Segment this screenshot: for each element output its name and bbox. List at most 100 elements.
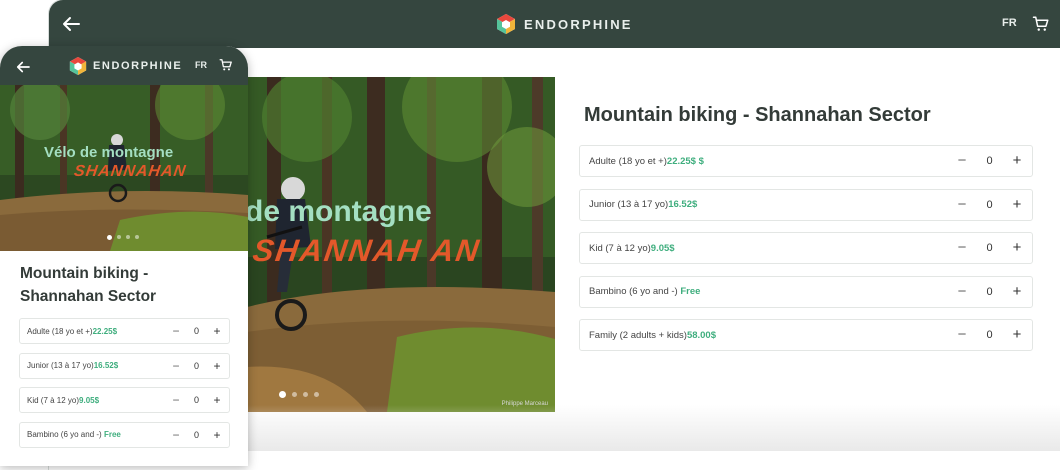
decrease-button[interactable]: − <box>953 146 971 176</box>
increase-button[interactable]: + <box>1008 233 1026 263</box>
ticket-name: Junior (13 à 17 yo)16.52$ <box>589 199 697 210</box>
ticket-label: Junior (13 à 17 yo) <box>589 199 669 210</box>
ticket-row: Adulte (18 yo et +)22.25$ $ − 0 + <box>579 145 1033 177</box>
carousel-indicators <box>279 391 319 398</box>
quantity-value: 0 <box>986 198 993 211</box>
ticket-label: Junior (13 à 17 yo) <box>27 361 94 370</box>
carousel-dot[interactable] <box>314 392 319 397</box>
hero-subtitle: SHANNAH AN <box>250 233 483 268</box>
quantity-value: 0 <box>193 429 199 440</box>
back-arrow-icon[interactable] <box>59 12 83 36</box>
ticket-label: Bambino (6 yo and -) <box>27 430 104 439</box>
decrease-button[interactable]: − <box>953 190 971 220</box>
ticket-price: 16.52$ <box>668 199 698 210</box>
ticket-row: Junior (13 à 17 yo)16.52$ − 0 + <box>19 352 230 379</box>
ticket-row: Adulte (18 yo et +)22.25$ − 0 + <box>19 318 230 344</box>
ticket-row: Family (2 adults + kids)58.00$ − 0 + <box>579 319 1033 351</box>
ticket-label: Bambino (6 yo and -) <box>589 286 681 297</box>
hexagon-logo-icon <box>496 13 516 35</box>
language-toggle[interactable]: FR <box>1002 17 1017 29</box>
increase-button[interactable]: + <box>210 388 224 412</box>
decrease-button[interactable]: − <box>953 320 971 350</box>
ticket-label: Kid (7 à 12 yo) <box>27 395 80 405</box>
increase-button[interactable]: + <box>210 423 224 447</box>
product-title: Mountain biking - Shannahan Sector <box>584 104 931 126</box>
quantity-value: 0 <box>986 242 993 254</box>
ticket-row: Bambino (6 yo and -) Free − 0 + <box>19 421 230 448</box>
mobile-header: ENDORPHINE FR <box>0 46 248 85</box>
ticket-price: Free <box>680 286 701 297</box>
increase-button[interactable]: + <box>210 319 224 343</box>
quantity-value: 0 <box>986 329 993 341</box>
carousel-dot[interactable] <box>303 392 308 397</box>
ticket-name: Adulte (18 yo et +)22.25$ <box>27 327 117 336</box>
decrease-button[interactable]: − <box>169 319 183 343</box>
increase-button[interactable]: + <box>1008 146 1026 176</box>
increase-button[interactable]: + <box>1008 277 1026 307</box>
brand-logo[interactable]: ENDORPHINE <box>69 56 182 76</box>
ticket-name: Bambino (6 yo and -) Free <box>27 430 121 439</box>
ticket-label: Adulte (18 yo et +) <box>27 326 93 336</box>
cart-icon[interactable] <box>1032 15 1050 33</box>
ticket-price: 22.25$ <box>92 326 118 336</box>
ticket-list: Adulte (18 yo et +)22.25$ − 0 + Junior (… <box>19 318 230 456</box>
ticket-name: Family (2 adults + kids)58.00$ <box>589 330 716 341</box>
desktop-header: ENDORPHINE FR <box>49 0 1060 48</box>
decrease-button[interactable]: − <box>953 277 971 307</box>
ticket-price: 9.05$ <box>79 395 100 405</box>
hero-carousel[interactable]: de montagne SHANNAH AN Philippe Marceau <box>247 77 555 412</box>
carousel-dot[interactable] <box>126 235 130 239</box>
quantity-stepper: − 0 + <box>953 233 1026 263</box>
carousel-dot[interactable] <box>279 391 286 398</box>
ticket-name: Bambino (6 yo and -) Free <box>589 286 700 297</box>
ticket-price: 16.52$ <box>93 361 119 370</box>
increase-button[interactable]: + <box>1008 320 1026 350</box>
ticket-row: Bambino (6 yo and -) Free − 0 + <box>579 275 1033 308</box>
ticket-label: Family (2 adults + kids) <box>589 329 687 341</box>
language-toggle[interactable]: FR <box>195 60 207 70</box>
quantity-stepper: − 0 + <box>169 423 224 447</box>
quantity-value: 0 <box>193 360 199 371</box>
ticket-price: 22.25$ $ <box>666 155 704 167</box>
quantity-stepper: − 0 + <box>953 320 1026 350</box>
brand-name: ENDORPHINE <box>524 16 633 32</box>
quantity-stepper: − 0 + <box>953 277 1026 307</box>
ticket-price: Free <box>103 430 121 439</box>
carousel-dot[interactable] <box>292 392 297 397</box>
decrease-button[interactable]: − <box>169 354 183 378</box>
decrease-button[interactable]: − <box>953 233 971 263</box>
quantity-value: 0 <box>986 285 993 298</box>
mobile-window: ENDORPHINE FR Vélo de montagne SHANNAHAN <box>0 46 248 466</box>
hero-carousel[interactable]: Vélo de montagne SHANNAHAN <box>0 85 248 251</box>
quantity-stepper: − 0 + <box>953 146 1026 176</box>
brand-logo[interactable]: ENDORPHINE <box>496 13 633 35</box>
quantity-stepper: − 0 + <box>169 319 224 343</box>
hero-title: de montagne <box>247 195 432 228</box>
ticket-list: Adulte (18 yo et +)22.25$ $ − 0 + Junior… <box>579 145 1033 363</box>
quantity-value: 0 <box>193 326 199 336</box>
carousel-indicators <box>107 234 139 240</box>
hero-subtitle: SHANNAHAN <box>72 163 188 180</box>
cart-icon[interactable] <box>219 58 233 72</box>
increase-button[interactable]: + <box>210 354 224 378</box>
ticket-price: 58.00$ <box>686 329 716 341</box>
quantity-stepper: − 0 + <box>169 354 224 378</box>
quantity-value: 0 <box>193 395 199 405</box>
ticket-name: Adulte (18 yo et +)22.25$ $ <box>589 156 704 167</box>
carousel-dot[interactable] <box>135 235 139 239</box>
ticket-row: Kid (7 à 12 yo)9.05$ − 0 + <box>579 232 1033 264</box>
quantity-stepper: − 0 + <box>953 190 1026 220</box>
decrease-button[interactable]: − <box>169 388 183 412</box>
carousel-dot[interactable] <box>117 235 121 239</box>
ticket-name: Junior (13 à 17 yo)16.52$ <box>27 361 118 370</box>
increase-button[interactable]: + <box>1008 190 1026 220</box>
hexagon-logo-icon <box>69 56 87 76</box>
ticket-label: Kid (7 à 12 yo) <box>589 242 651 254</box>
carousel-dot[interactable] <box>107 234 112 240</box>
brand-name: ENDORPHINE <box>93 60 183 72</box>
ticket-name: Kid (7 à 12 yo)9.05$ <box>27 396 99 405</box>
back-arrow-icon[interactable] <box>14 58 32 76</box>
ticket-name: Kid (7 à 12 yo)9.05$ <box>589 243 675 254</box>
ticket-row: Kid (7 à 12 yo)9.05$ − 0 + <box>19 387 230 413</box>
decrease-button[interactable]: − <box>169 423 183 447</box>
